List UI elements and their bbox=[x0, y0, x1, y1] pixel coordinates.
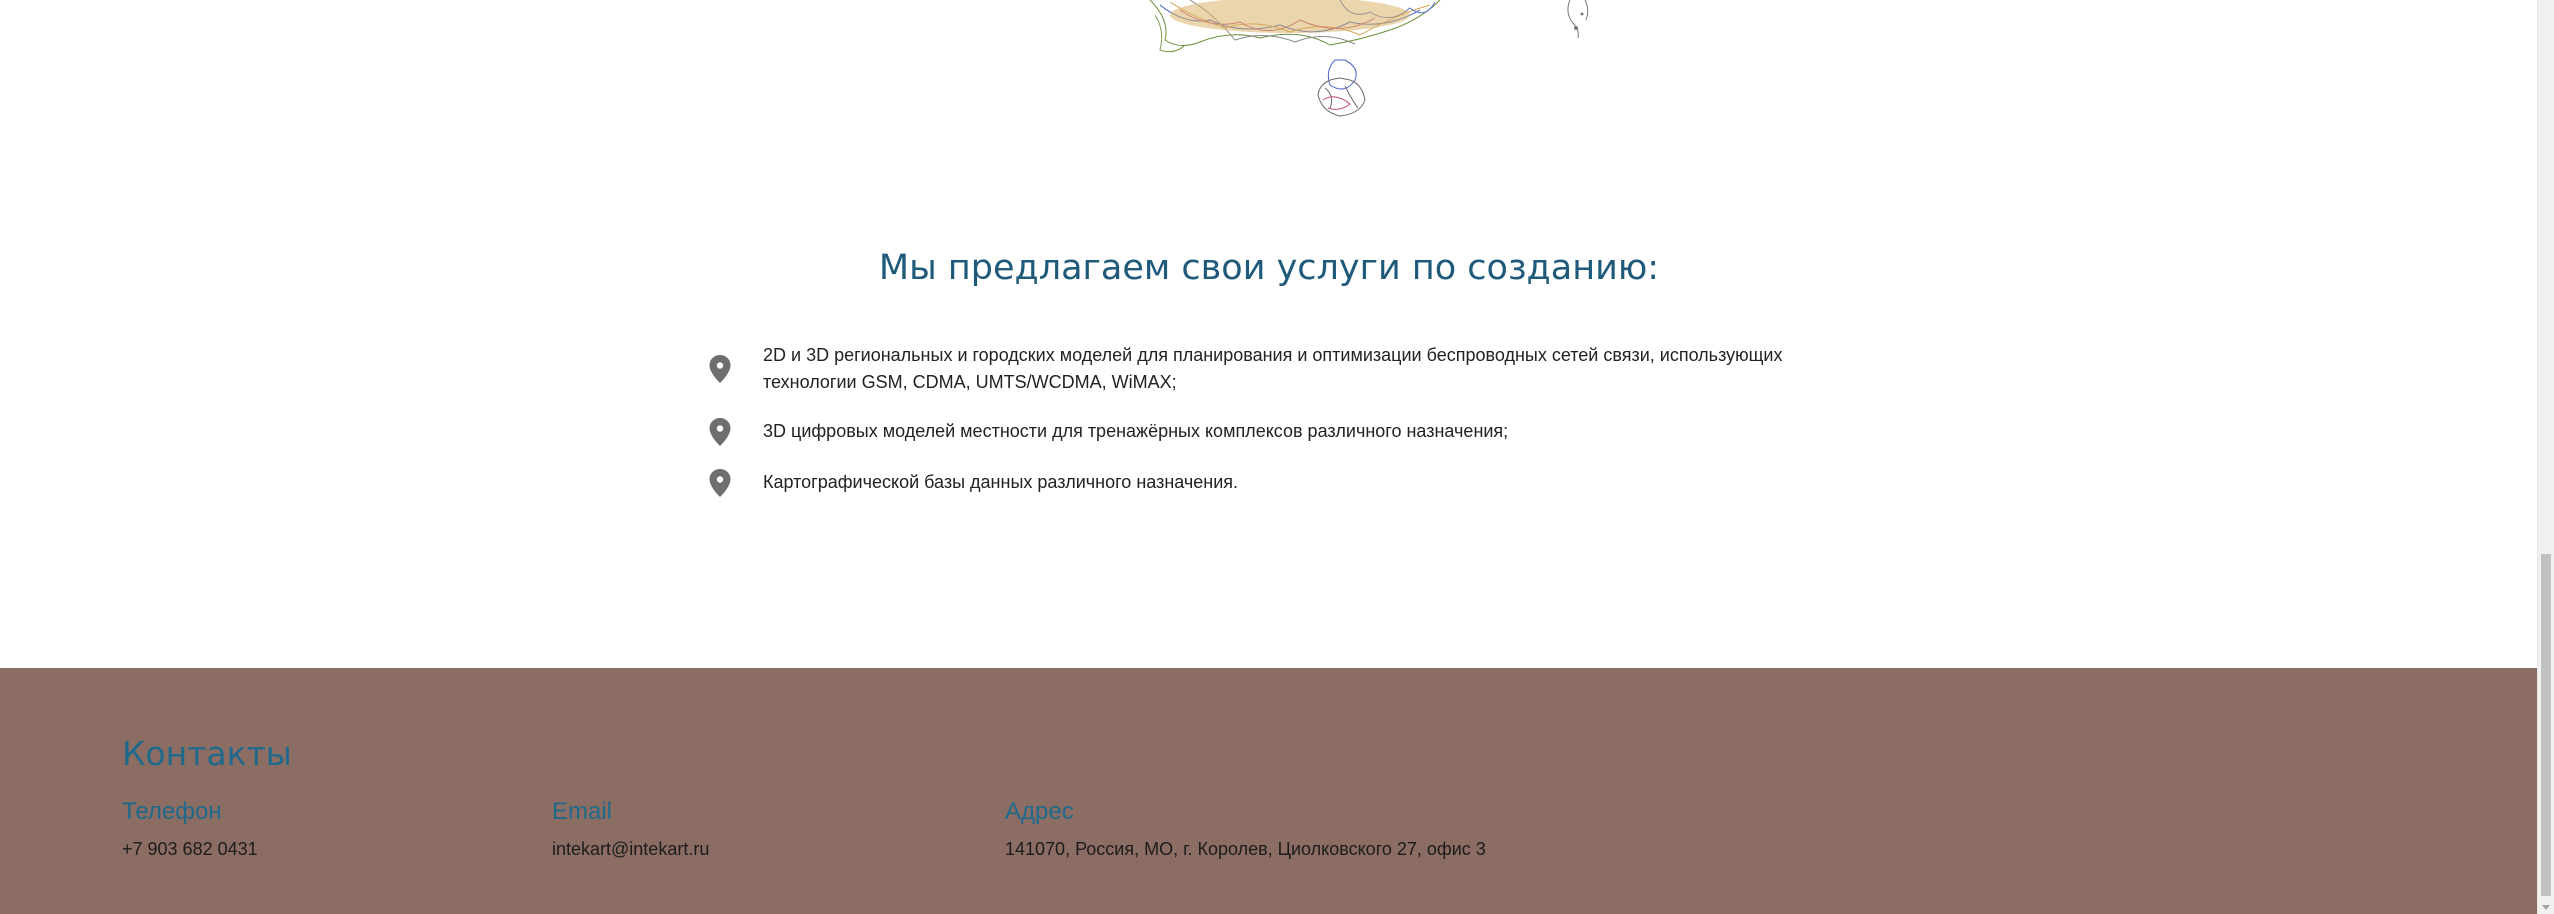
services-title: Мы предлагаем свои услуги по созданию: bbox=[878, 248, 1660, 288]
map-pin-icon bbox=[709, 355, 731, 383]
phone-label: Телефон bbox=[122, 798, 222, 825]
map-pin-icon bbox=[709, 469, 731, 497]
vertical-scrollbar[interactable] bbox=[2537, 0, 2554, 914]
contacts-title: Контакты bbox=[122, 734, 292, 773]
list-item: 3D цифровых моделей местности для тренаж… bbox=[708, 418, 1838, 446]
list-item: Картографической базы данных различного … bbox=[708, 469, 1838, 497]
scroll-down-arrow-icon[interactable] bbox=[2542, 905, 2550, 910]
services-list: 2D и 3D региональных и городских моделей… bbox=[708, 342, 1838, 497]
email-block: Email intekart@intekart.ru bbox=[552, 798, 709, 860]
address-value: 141070, Россия, МО, г. Королев, Циолковс… bbox=[1005, 839, 1486, 859]
address-label: Адрес bbox=[1005, 798, 1074, 825]
service-text: Картографической базы данных различного … bbox=[763, 472, 1239, 492]
email-link[interactable]: intekart@intekart.ru bbox=[552, 838, 709, 860]
service-text: 2D и 3D региональных и городских моделей… bbox=[763, 345, 1783, 392]
phone-value[interactable]: +7 903 682 0431 bbox=[122, 838, 258, 860]
map-pin-icon bbox=[709, 418, 731, 446]
map-illustration bbox=[1149, 0, 1589, 117]
service-text: 3D цифровых моделей местности для тренаж… bbox=[763, 421, 1509, 441]
page: Мы предлагаем свои услуги по созданию: 2… bbox=[0, 0, 2538, 914]
list-item: 2D и 3D региональных и городских моделей… bbox=[708, 342, 1838, 394]
scrollbar-thumb[interactable] bbox=[2541, 554, 2551, 896]
phone-block: Телефон +7 903 682 0431 bbox=[122, 798, 258, 860]
email-label: Email bbox=[552, 798, 613, 825]
address-block: Адрес 141070, Россия, МО, г. Королев, Ци… bbox=[1005, 798, 1486, 860]
contacts-footer: Контакты Телефон +7 903 682 0431 Email i… bbox=[0, 668, 2538, 914]
